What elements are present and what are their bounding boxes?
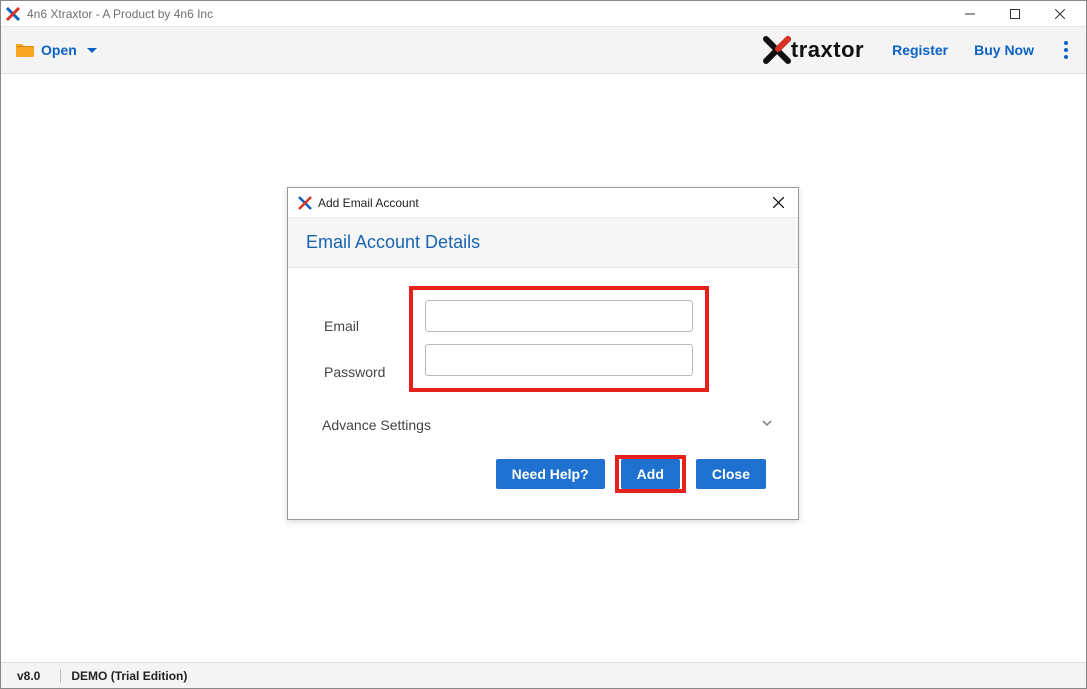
- register-link[interactable]: Register: [892, 42, 948, 58]
- folder-icon: [15, 41, 35, 60]
- app-logo: traxtor: [763, 36, 864, 64]
- open-button[interactable]: Open: [15, 41, 97, 60]
- titlebar: 4n6 Xtraxtor - A Product by 4n6 Inc: [1, 1, 1086, 27]
- logo-x-icon: [763, 36, 791, 64]
- dialog-close-button[interactable]: [768, 193, 788, 213]
- dialog-footer: Need Help? Add Close: [306, 451, 780, 509]
- close-window-button[interactable]: [1037, 1, 1082, 27]
- dialog-titlebar: Add Email Account: [288, 188, 798, 218]
- window-title: 4n6 Xtraxtor - A Product by 4n6 Inc: [27, 7, 947, 21]
- logo-text: traxtor: [791, 37, 864, 63]
- status-edition: DEMO (Trial Edition): [71, 669, 187, 683]
- window-controls: [947, 1, 1082, 27]
- caret-down-icon: [87, 48, 97, 53]
- status-bar: v8.0 DEMO (Trial Edition): [1, 662, 1086, 688]
- app-icon: [5, 6, 21, 22]
- more-menu-button[interactable]: [1060, 37, 1072, 63]
- maximize-button[interactable]: [992, 1, 1037, 27]
- password-field[interactable]: [425, 344, 693, 376]
- dialog-header: Email Account Details: [288, 218, 798, 268]
- minimize-button[interactable]: [947, 1, 992, 27]
- add-button-highlight: Add: [615, 455, 686, 493]
- buy-now-link[interactable]: Buy Now: [974, 42, 1034, 58]
- chevron-down-icon: [760, 416, 774, 433]
- need-help-button[interactable]: Need Help?: [496, 459, 605, 489]
- status-version: v8.0: [17, 669, 40, 683]
- open-label: Open: [41, 42, 77, 58]
- close-button[interactable]: Close: [696, 459, 766, 489]
- add-email-account-dialog: Add Email Account Email Account Details …: [287, 187, 799, 520]
- email-field[interactable]: [425, 300, 693, 332]
- status-separator: [60, 669, 61, 683]
- add-button[interactable]: Add: [621, 459, 680, 489]
- credentials-highlight: [409, 286, 709, 392]
- password-label: Password: [324, 364, 385, 380]
- dialog-icon: [298, 196, 312, 210]
- email-label: Email: [324, 318, 359, 334]
- dialog-body: Email Password Advance Settings: [288, 268, 798, 519]
- advance-settings-label: Advance Settings: [322, 417, 431, 433]
- toolbar: Open traxtor Register Buy Now: [1, 27, 1086, 74]
- advance-settings-toggle[interactable]: Advance Settings: [306, 398, 780, 451]
- credentials-form: Email Password: [306, 286, 780, 392]
- content-area: Add Email Account Email Account Details …: [1, 74, 1086, 663]
- dialog-title: Add Email Account: [318, 196, 768, 210]
